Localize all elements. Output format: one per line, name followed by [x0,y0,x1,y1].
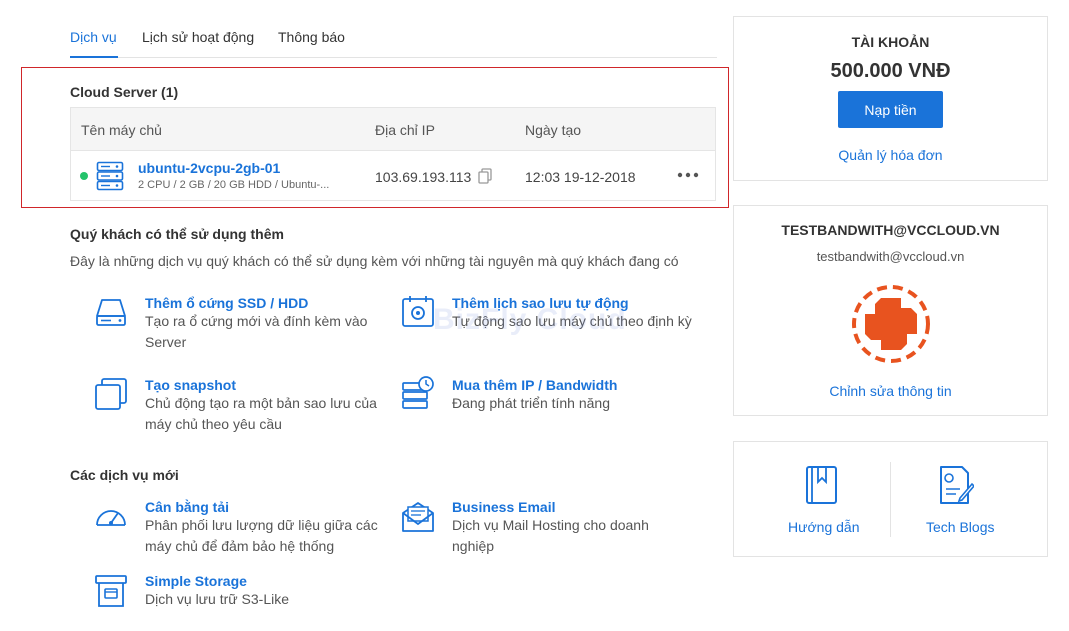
help-divider [890,462,891,537]
tech-blogs-icon[interactable] [938,464,974,506]
business-email-description: Dịch vụ Mail Hosting cho doanh nghiệp [452,517,649,554]
create-snapshot-description: Chủ động tạo ra một bản sao lưu của máy … [145,395,377,432]
copy-icon[interactable] [478,168,492,184]
business-email-icon [402,502,434,532]
server-ip: 103.69.193.113 [375,169,472,185]
buy-ip-bandwidth-description: Đang phát triển tính năng [452,395,611,411]
topup-button[interactable]: Nạp tiền [838,91,943,128]
server-spec: 2 CPU / 2 GB / 20 GB HDD / Ubuntu-... [138,179,330,191]
tab-activity-history[interactable]: Lịch sử hoạt động [142,29,254,45]
more-options-icon[interactable] [676,167,700,183]
create-snapshot-link[interactable]: Tạo snapshot [145,377,236,393]
column-header-ip: Địa chỉ IP [375,122,435,138]
add-auto-backup-link[interactable]: Thêm lịch sao lưu tự động [452,295,629,311]
hard-drive-icon [96,299,126,326]
server-icon [96,161,124,191]
simple-storage-description: Dịch vụ lưu trữ S3-Like [145,591,290,607]
edit-profile-link[interactable]: Chỉnh sửa thông tin [734,383,1047,399]
profile-card: TESTBANDWITH@VCCLOUD.VN testbandwith@vcc… [733,205,1048,416]
load-balancer-icon [96,510,126,526]
new-services-title: Các dịch vụ mới [70,467,179,483]
cloud-server-title: Cloud Server (1) [70,84,179,100]
guide-book-icon[interactable] [804,464,840,506]
server-created-date: 12:03 19-12-2018 [525,169,636,185]
server-table: Tên máy chủ Địa chỉ IP Ngày tạo ubuntu-2… [70,107,716,201]
help-card: Hướng dẫn Tech Blogs [733,441,1048,557]
simple-storage-link[interactable]: Simple Storage [145,573,247,589]
manage-invoices-link[interactable]: Quản lý hóa đơn [734,147,1047,163]
load-balancer-description: Phân phối lưu lượng dữ liệu giữa các máy… [145,517,378,554]
status-running-icon [80,172,88,180]
account-balance: 500.000 VNĐ [830,60,951,82]
business-email-link[interactable]: Business Email [452,499,556,515]
server-name-link[interactable]: ubuntu-2vcpu-2gb-01 [138,160,280,176]
guide-link[interactable]: Hướng dẫn [788,519,859,535]
ip-bandwidth-icon [402,376,434,409]
profile-email-heading: TESTBANDWITH@VCCLOUD.VN [781,222,1000,238]
active-tab-indicator [70,56,118,58]
backup-schedule-icon [402,296,434,327]
table-row[interactable]: ubuntu-2vcpu-2gb-01 2 CPU / 2 GB / 20 GB… [71,151,715,201]
load-balancer-link[interactable]: Cân bằng tải [145,499,229,515]
tech-blogs-link[interactable]: Tech Blogs [926,519,994,535]
buy-ip-bandwidth-link[interactable]: Mua thêm IP / Bandwidth [452,377,617,393]
tab-services[interactable]: Dịch vụ [70,29,117,45]
extras-title: Quý khách có thể sử dụng thêm [70,226,284,242]
table-header: Tên máy chủ Địa chỉ IP Ngày tạo [71,108,715,151]
column-header-created: Ngày tạo [525,122,582,138]
account-card: TÀI KHOẢN 500.000 VNĐ Nạp tiền Quản lý h… [733,16,1048,181]
snapshot-icon [95,378,127,410]
add-disk-description: Tạo ra ổ cứng mới và đính kèm vào Server [145,313,368,350]
column-header-name: Tên máy chủ [81,122,162,138]
add-disk-link[interactable]: Thêm ổ cứng SSD / HDD [145,295,308,311]
extras-subtitle: Đây là những dịch vụ quý khách có thể sử… [70,253,679,269]
tab-notifications[interactable]: Thông báo [278,29,345,45]
avatar [852,285,930,363]
profile-email: testbandwith@vccloud.vn [816,249,965,264]
account-label: TÀI KHOẢN [851,34,930,50]
add-auto-backup-description: Tự động sao lưu máy chủ theo định kỳ [452,313,692,329]
storage-icon [95,575,127,607]
tab-bar: Dịch vụ Lịch sử hoạt động Thông báo [70,0,717,58]
